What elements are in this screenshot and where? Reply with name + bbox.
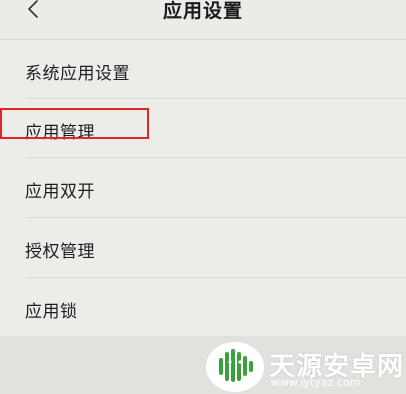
watermark: 天源安卓网 www.jytyaz.com: [205, 338, 406, 394]
list-item-app-lock[interactable]: 应用锁: [0, 278, 406, 337]
highlight-annotation-box: [0, 108, 149, 139]
list-item-label: 应用锁: [25, 302, 78, 322]
title-bar: 应用设置: [0, 0, 406, 40]
list-item-system-app-settings[interactable]: 系统应用设置: [0, 40, 406, 99]
list-item-label: 系统应用设置: [25, 64, 130, 84]
settings-list: 系统应用设置 应用管理 应用双开 授权管理 应用锁: [0, 40, 406, 336]
list-item-permission-management[interactable]: 授权管理: [0, 218, 406, 277]
list-item-dual-apps[interactable]: 应用双开: [0, 158, 406, 217]
page-title: 应用设置: [162, 0, 243, 22]
list-item-label: 应用双开: [25, 182, 95, 202]
android-robot-icon: [206, 342, 264, 392]
watermark-url: www.jytyaz.com: [271, 376, 361, 389]
list-item-label: 授权管理: [25, 242, 95, 262]
